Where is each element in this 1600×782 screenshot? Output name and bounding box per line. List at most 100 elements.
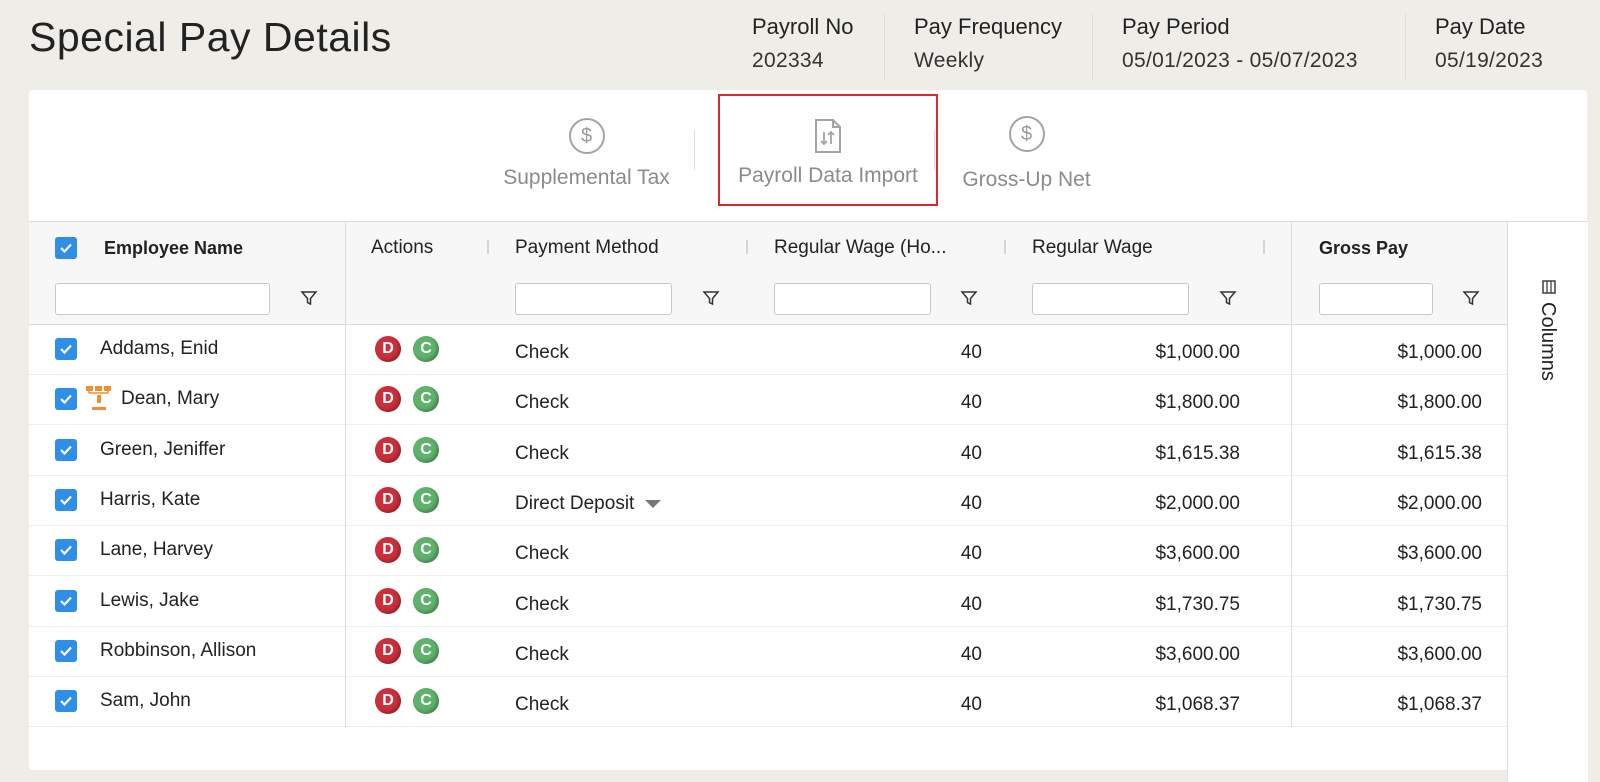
regular-wage: $3,600.00 xyxy=(1155,543,1240,565)
payment-method: Check xyxy=(515,694,569,716)
table-row[interactable]: Dean, Mary D C Check 40 $1,800.00 $1,800.00 xyxy=(29,374,1507,426)
payment-method: Check xyxy=(515,543,569,565)
row-checkbox[interactable] xyxy=(55,425,77,475)
copy-action-button[interactable]: C xyxy=(413,637,439,664)
employee-name-filter-input[interactable] xyxy=(55,283,270,315)
regular-wage: $1,730.75 xyxy=(1155,593,1240,615)
payment-method-cell[interactable]: Direct Deposit xyxy=(515,479,662,529)
filter-icon[interactable] xyxy=(1218,288,1240,310)
regular-wage-filter-input[interactable] xyxy=(1032,283,1189,315)
meta-divider xyxy=(1405,14,1406,80)
employee-name: Addams, Enid xyxy=(100,338,219,359)
payment-method-cell: Check xyxy=(515,328,569,378)
copy-action-button[interactable]: C xyxy=(413,436,439,463)
checkbox-checked-icon xyxy=(55,438,77,461)
row-checkbox[interactable] xyxy=(55,475,77,525)
filter-icon[interactable] xyxy=(701,288,723,310)
pay-frequency: Pay Frequency Weekly xyxy=(914,14,1062,73)
payment-method-cell: Check xyxy=(515,529,569,579)
delete-action-button[interactable]: D xyxy=(375,688,401,715)
pay-date-label: Pay Date xyxy=(1435,14,1526,39)
grid-header: Employee Name Actions Payment Method Reg… xyxy=(29,222,1507,275)
row-checkbox[interactable] xyxy=(55,525,77,575)
payment-method: Check xyxy=(515,643,569,665)
column-header-regular-wage[interactable]: Regular Wage xyxy=(1032,222,1153,274)
column-resize-handle[interactable] xyxy=(1004,240,1006,254)
row-actions: DC xyxy=(375,576,439,626)
column-header-employee-name[interactable]: Employee Name xyxy=(104,222,243,274)
payment-method-filter-input[interactable] xyxy=(515,283,672,315)
chevron-down-icon[interactable] xyxy=(644,493,662,515)
checkbox-checked-icon xyxy=(55,690,77,713)
gross-pay-filter-input[interactable] xyxy=(1319,283,1433,315)
employee-name: Green, Jeniffer xyxy=(100,438,226,460)
column-resize-handle[interactable] xyxy=(1263,240,1265,254)
delete-action-button[interactable]: D xyxy=(375,386,401,413)
table-row[interactable]: Lane, Harvey D C Check 40 $3,600.00 $3,600.00 xyxy=(29,525,1507,579)
regular-wage: $1,068.37 xyxy=(1155,694,1240,716)
filter-icon[interactable] xyxy=(1461,288,1483,310)
gross-pay: $3,600.00 xyxy=(1397,543,1482,565)
payment-method: Check xyxy=(515,442,569,464)
column-resize-handle[interactable] xyxy=(746,240,748,254)
column-resize-handle[interactable] xyxy=(487,240,489,254)
table-row[interactable]: Lewis, Jake D C Check 40 $1,730.75 $1,730.75 xyxy=(29,576,1507,627)
employee-grid: Employee Name Actions Payment Method Reg… xyxy=(29,221,1588,782)
pay-frequency-value: Weekly xyxy=(914,49,985,72)
table-row[interactable]: Green, Jeniffer D C Check 40 $1,615.38 $1,615.… xyxy=(29,425,1507,476)
regular-wage-hours: 40 xyxy=(960,694,982,716)
delete-action-button[interactable]: D xyxy=(375,336,401,362)
pay-frequency-label: Pay Frequency xyxy=(914,14,1062,39)
delete-action-button[interactable]: D xyxy=(375,537,401,564)
copy-action-button[interactable]: C xyxy=(413,688,439,715)
payment-method-cell: Check xyxy=(515,630,569,680)
copy-action-button[interactable]: C xyxy=(413,336,439,362)
row-checkbox[interactable] xyxy=(55,374,77,424)
employee-name: Lewis, Jake xyxy=(100,589,200,611)
column-divider xyxy=(1291,222,1292,727)
filter-row xyxy=(29,274,1507,325)
table-row[interactable]: Harris, Kate D C Direct Deposit 40 $2,000.00 $… xyxy=(29,475,1507,526)
toolbar-separator xyxy=(694,130,695,170)
checkbox-checked-icon xyxy=(55,338,77,360)
employee-name: Sam, John xyxy=(100,690,191,712)
column-header-actions[interactable]: Actions xyxy=(371,222,433,274)
copy-action-button[interactable]: C xyxy=(413,537,439,564)
copy-action-button[interactable]: C xyxy=(413,386,439,413)
regular-wage-hours: 40 xyxy=(960,492,982,514)
filter-icon[interactable] xyxy=(299,288,321,310)
row-actions: DC xyxy=(375,626,439,676)
gross-up-net-button[interactable]: $ Gross-Up Net xyxy=(934,116,1119,192)
copy-action-button[interactable]: C xyxy=(413,587,439,614)
row-checkbox[interactable] xyxy=(55,324,77,374)
regular-wage-hours-filter-input[interactable] xyxy=(774,283,931,315)
column-header-gross-pay[interactable]: Gross Pay xyxy=(1319,222,1408,274)
employee-name: Harris, Kate xyxy=(100,488,201,510)
pay-period-label: Pay Period xyxy=(1122,14,1230,39)
delete-action-button[interactable]: D xyxy=(375,587,401,614)
table-row[interactable]: Robbinson, Allison D C Check 40 $3,600.00 $3,6… xyxy=(29,626,1507,677)
payroll-no-value: 202334 xyxy=(752,49,824,72)
select-all-checkbox[interactable] xyxy=(55,222,77,274)
copy-action-button[interactable]: C xyxy=(413,486,439,513)
columns-side-tab[interactable]: Columns xyxy=(1536,280,1559,381)
org-chart-icon[interactable] xyxy=(84,374,114,424)
delete-action-button[interactable]: D xyxy=(375,486,401,513)
checkbox-checked-icon xyxy=(55,539,77,562)
column-header-regular-wage-hours[interactable]: Regular Wage (Ho... xyxy=(774,222,946,274)
regular-wage: $1,615.38 xyxy=(1155,442,1240,464)
row-checkbox[interactable] xyxy=(55,626,77,676)
delete-action-button[interactable]: D xyxy=(375,436,401,463)
row-checkbox[interactable] xyxy=(55,576,77,626)
payment-method-cell: Check xyxy=(515,680,569,730)
gross-pay: $1,615.38 xyxy=(1397,442,1482,464)
pay-period: Pay Period 05/01/2023 - 05/07/2023 xyxy=(1122,14,1358,73)
delete-action-button[interactable]: D xyxy=(375,637,401,664)
supplemental-tax-button[interactable]: $ Supplemental Tax xyxy=(484,118,689,190)
row-actions: DC xyxy=(375,676,439,726)
table-row[interactable]: Sam, John D C Check 40 $1,068.37 $1,068.37 xyxy=(29,676,1507,730)
filter-icon[interactable] xyxy=(959,288,981,310)
row-checkbox[interactable] xyxy=(55,676,77,726)
table-row[interactable]: Addams, Enid D C Check 40 $1,000.00 $1,000.00 xyxy=(29,324,1507,375)
column-header-payment-method[interactable]: Payment Method xyxy=(515,222,659,274)
